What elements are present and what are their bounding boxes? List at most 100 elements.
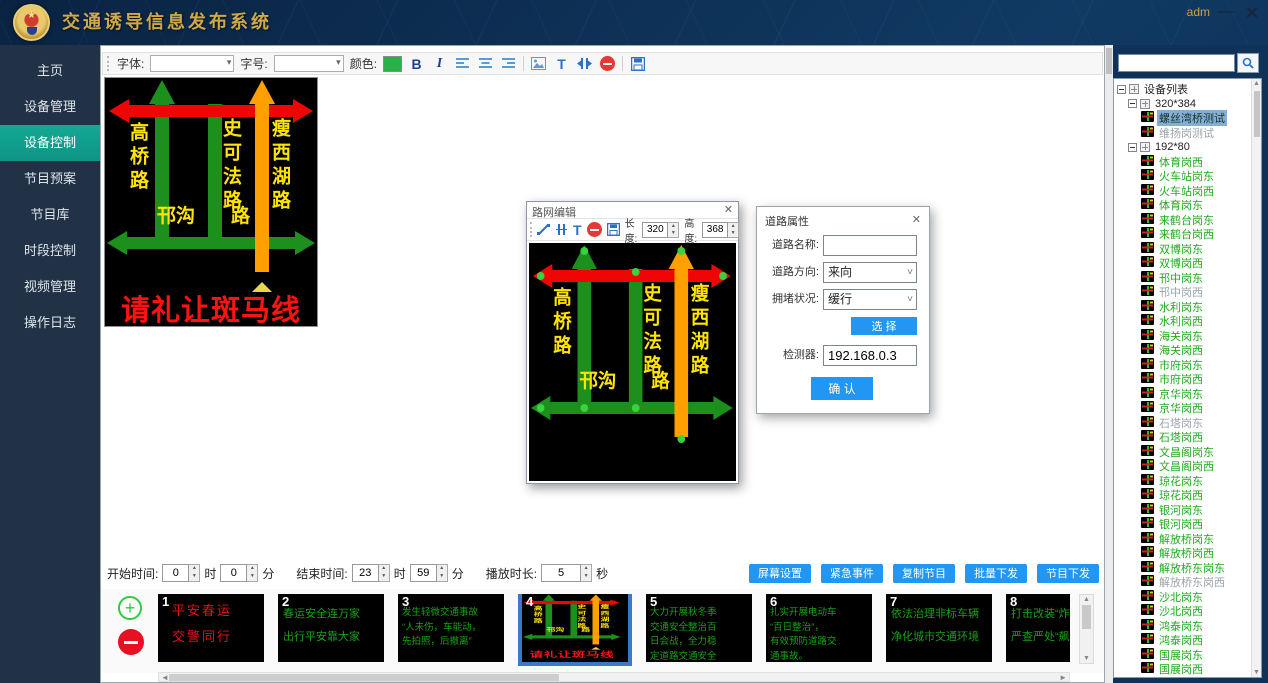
tree-row: 来鹤台岗西	[1114, 227, 1261, 242]
color-swatch[interactable]	[383, 56, 402, 72]
sign-preview-panel[interactable]: 高桥路 史可法路 瘦西湖路 邗沟 路 请礼让斑马线	[104, 77, 318, 327]
editor-canvas[interactable]: 高桥路 史可法路 瘦西湖路 邗沟 路 请礼让斑马线	[529, 243, 736, 481]
device-label[interactable]: 设备列表	[1142, 81, 1190, 97]
action-button[interactable]: 复制节目	[893, 564, 955, 583]
start-hour-input[interactable]	[162, 564, 189, 582]
end-hour-input[interactable]	[352, 564, 379, 582]
action-button[interactable]: 节目下发	[1037, 564, 1099, 583]
scroll-down-icon[interactable]: ▼	[1080, 655, 1093, 662]
tree-row: 文昌阁岗西	[1114, 459, 1261, 474]
device-label[interactable]: 维扬岗测试	[1157, 125, 1216, 141]
end-hour-stepper[interactable]: ▲▼	[379, 564, 390, 582]
remove-program-button[interactable]	[118, 629, 144, 655]
dialog-titlebar[interactable]: 道路属性✕	[757, 207, 929, 229]
expand-toggle-icon[interactable]	[1128, 99, 1137, 108]
program-horizontal-scrollbar[interactable]: ◄ ►	[158, 672, 1070, 682]
align-left-icon[interactable]	[454, 55, 471, 72]
program-thumbnail-selected[interactable]: 4	[518, 594, 632, 666]
road-label-lu: 路	[231, 207, 250, 227]
tree-row: 海关岗东	[1114, 329, 1261, 344]
minute-suffix: 分	[262, 565, 274, 582]
action-button[interactable]: 批量下发	[965, 564, 1027, 583]
program-vertical-scrollbar[interactable]: ▲ ▼	[1079, 594, 1094, 664]
insert-image-icon[interactable]	[530, 55, 547, 72]
delete-icon[interactable]	[587, 221, 602, 238]
sidebar-item[interactable]: 节目预案	[0, 161, 100, 197]
start-minute-stepper[interactable]: ▲▼	[247, 564, 258, 582]
close-button[interactable]: ✕	[1240, 0, 1264, 26]
save-icon[interactable]	[629, 55, 646, 72]
end-minute-input[interactable]	[410, 564, 437, 582]
select-detector-button[interactable]: 选 择	[851, 317, 917, 335]
detector-input[interactable]	[823, 345, 917, 366]
dialog-titlebar[interactable]: 路网编辑✕	[527, 202, 738, 218]
align-center-icon[interactable]	[477, 55, 494, 72]
draw-line-icon[interactable]	[537, 221, 550, 238]
duration-input[interactable]	[541, 564, 581, 582]
sidebar-item[interactable]: 节目库	[0, 197, 100, 233]
end-minute-stepper[interactable]: ▲▼	[437, 564, 448, 582]
height-label: 高度:	[684, 215, 697, 245]
congestion-select[interactable]: 缓行	[823, 289, 917, 310]
main-vertical-scrollbar[interactable]	[1105, 45, 1113, 683]
tree-row: 体育岗东	[1114, 198, 1261, 213]
program-thumbnail[interactable]: 6 扎实开展电动车 “百日整治”， 有效预防道路交 通事故。	[766, 594, 872, 662]
height-stepper[interactable]: ▲▼	[728, 222, 739, 238]
device-label[interactable]: 国展岗西	[1157, 661, 1205, 677]
italic-icon[interactable]: I	[431, 55, 448, 72]
device-search-input[interactable]	[1118, 54, 1235, 72]
action-button[interactable]: 紧急事件	[821, 564, 883, 583]
insert-text-icon[interactable]: T	[553, 55, 570, 72]
sidebar-item[interactable]: 操作日志	[0, 305, 100, 341]
scroll-up-icon[interactable]: ▲	[1252, 80, 1261, 87]
road-direction-value: 来向	[828, 265, 852, 279]
logged-in-user[interactable]: adm	[1187, 5, 1210, 19]
size-select[interactable]	[274, 55, 344, 72]
confirm-button[interactable]: 确 认	[811, 377, 873, 400]
insert-text-icon[interactable]: T	[573, 221, 582, 238]
sidebar-item[interactable]: 视频管理	[0, 269, 100, 305]
length-input[interactable]	[642, 222, 668, 238]
tree-row: 邗中岗西	[1114, 285, 1261, 300]
scroll-up-icon[interactable]: ▲	[1080, 596, 1093, 603]
bold-icon[interactable]: B	[408, 55, 425, 72]
program-thumbnail[interactable]: 7 依法治理非标车辆 净化城市交通环境	[886, 594, 992, 662]
device-label[interactable]: 320*384	[1153, 98, 1198, 110]
font-select[interactable]	[150, 55, 234, 72]
road-name-input[interactable]	[823, 235, 917, 256]
scroll-down-icon[interactable]: ▼	[1252, 669, 1261, 676]
road-direction-select[interactable]: 来向	[823, 262, 917, 283]
expand-toggle-icon[interactable]	[1128, 143, 1137, 152]
road-icon[interactable]	[555, 221, 568, 238]
start-minute-input[interactable]	[220, 564, 247, 582]
sidebar-item[interactable]: 主页	[0, 53, 100, 89]
road-network-preview: 高桥路 史可法路 瘦西湖路 邗沟 路 请礼让斑马线	[105, 78, 317, 326]
scroll-left-icon[interactable]: ◄	[161, 673, 169, 682]
marquee-text-icon[interactable]	[576, 55, 593, 72]
program-thumbnail[interactable]: 8 打击改装“炸 严查严处“飙	[1006, 594, 1070, 662]
device-search-button[interactable]	[1237, 53, 1259, 73]
delete-icon[interactable]	[599, 55, 616, 72]
expand-toggle-icon[interactable]	[1117, 85, 1126, 94]
program-thumbnail[interactable]: 3 发生轻微交通事故 “人未伤，车能动， 先拍照，后撤离”	[398, 594, 504, 662]
duration-stepper[interactable]: ▲▼	[581, 564, 592, 582]
length-stepper[interactable]: ▲▼	[668, 222, 679, 238]
height-input[interactable]	[702, 222, 728, 238]
program-thumbnail[interactable]: 5 大力开展秋冬季 交通安全整治百 日会战，全力稳 定道路交通安全 形势！	[646, 594, 752, 662]
align-right-icon[interactable]	[500, 55, 517, 72]
dialog-close-icon[interactable]: ✕	[724, 203, 733, 216]
scroll-right-icon[interactable]: ►	[1059, 673, 1067, 682]
program-thumbnail[interactable]: 1 平安春运 交警同行	[158, 594, 264, 662]
sidebar-item[interactable]: 设备管理	[0, 89, 100, 125]
dialog-close-icon[interactable]: ✕	[912, 213, 921, 226]
device-label[interactable]: 192*80	[1153, 141, 1192, 153]
tree-scrollbar[interactable]: ▲ ▼	[1251, 79, 1261, 677]
program-thumbnail[interactable]: 2 春运安全连万家 出行平安靠大家	[278, 594, 384, 662]
sidebar-item[interactable]: 时段控制	[0, 233, 100, 269]
sidebar-item[interactable]: 设备控制	[0, 125, 100, 161]
start-hour-stepper[interactable]: ▲▼	[189, 564, 200, 582]
minimize-button[interactable]: —	[1214, 0, 1238, 26]
save-icon[interactable]	[607, 221, 620, 238]
add-program-button[interactable]: +	[118, 596, 142, 620]
action-button[interactable]: 屏幕设置	[749, 564, 811, 583]
